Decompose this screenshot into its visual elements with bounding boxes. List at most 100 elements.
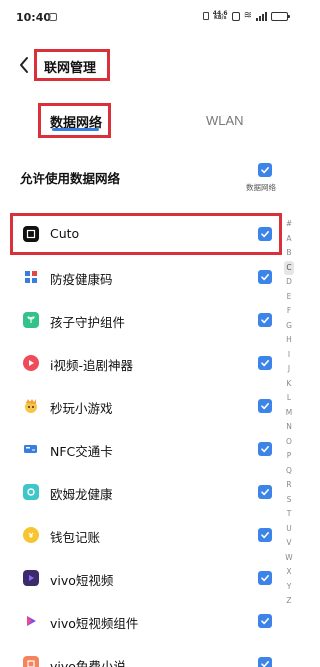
tab-active-indicator	[52, 128, 99, 131]
alphabet-letter[interactable]: L	[284, 391, 294, 406]
alphabet-letter[interactable]: C	[284, 260, 294, 275]
alphabet-letter[interactable]: V	[284, 536, 294, 551]
checkmark-icon	[261, 231, 269, 238]
vivo-short-video-app-icon	[23, 570, 39, 586]
alphabet-letter[interactable]: U	[284, 522, 294, 537]
alphabet-letter[interactable]: T	[284, 507, 294, 522]
alphabet-letter[interactable]: H	[284, 333, 294, 348]
app-checkbox[interactable]	[258, 270, 272, 284]
alphabet-letter[interactable]: F	[284, 304, 294, 319]
app-checkbox[interactable]	[258, 227, 272, 241]
allow-mobile-data-checkbox[interactable]	[258, 163, 272, 177]
page-title: 联网管理	[44, 61, 97, 76]
checkmark-icon	[261, 360, 269, 367]
back-button[interactable]	[17, 56, 31, 74]
alphabet-letter[interactable]: M	[284, 406, 294, 421]
app-name: Cuto	[50, 226, 80, 241]
alphabet-letter[interactable]: N	[284, 420, 294, 435]
status-indicators: 44.6 KB/s ≋	[202, 10, 290, 21]
app-row-vivo-short-video[interactable]: vivo短视频	[0, 557, 282, 599]
app-checkbox[interactable]	[258, 356, 272, 370]
network-speed: 44.6 KB/s	[213, 11, 228, 21]
mini-game-app-icon	[23, 398, 39, 414]
alphabet-letter[interactable]: #	[284, 217, 294, 232]
alphabet-letter[interactable]: K	[284, 377, 294, 392]
app-row-vivo-short-video-component[interactable]: vivo短视频组件	[0, 600, 282, 642]
chevron-left-icon	[20, 57, 28, 73]
sim-icon	[202, 12, 209, 20]
app-row-nfc-card[interactable]: NFC交通卡	[0, 428, 282, 470]
app-name: 欧姆龙健康	[50, 487, 113, 502]
app-checkbox[interactable]	[258, 528, 272, 542]
checkmark-icon	[261, 167, 269, 174]
checkmark-icon	[261, 274, 269, 281]
alphabet-letter[interactable]: A	[284, 232, 294, 247]
alphabet-letter[interactable]: S	[284, 493, 294, 508]
app-checkbox[interactable]	[258, 442, 272, 456]
app-checkbox[interactable]	[258, 313, 272, 327]
cuto-app-icon	[23, 226, 39, 242]
alphabet-letter[interactable]: D	[284, 275, 294, 290]
notification-app-icon	[49, 13, 57, 21]
app-row-vivo-novel[interactable]: vivo免费小说	[0, 643, 282, 667]
app-name: 钱包记账	[50, 530, 101, 545]
vivo-short-video-component-app-icon	[23, 613, 39, 629]
alphabet-letter[interactable]: E	[284, 290, 294, 305]
alphabet-letter[interactable]: G	[284, 319, 294, 334]
wifi-icon: ≋	[243, 10, 252, 21]
app-row-mini-game[interactable]: 秒玩小游戏	[0, 385, 282, 427]
checkmark-icon	[261, 446, 269, 453]
app-row-video[interactable]: i视频-追剧神器	[0, 342, 282, 384]
app-name: 孩子守护组件	[50, 315, 126, 330]
alphabet-letter[interactable]: X	[284, 565, 294, 580]
app-row-wallet[interactable]: 钱包记账	[0, 514, 282, 556]
wallet-app-icon	[23, 527, 39, 543]
app-checkbox[interactable]	[258, 485, 272, 499]
allow-column-caption: 数据网络	[246, 183, 276, 192]
checkmark-icon	[261, 661, 269, 667]
app-checkbox[interactable]	[258, 657, 272, 667]
checkmark-icon	[261, 317, 269, 324]
alphabet-letter[interactable]: W	[284, 551, 294, 566]
nfc-card-app-icon	[23, 441, 39, 457]
alphabet-letter[interactable]: O	[284, 435, 294, 450]
alphabet-letter[interactable]: P	[284, 449, 294, 464]
alphabet-index[interactable]: # A B C D E F G H I J K L M N O P Q R S T U V W X Y Z	[284, 217, 294, 609]
app-name: i视频-追剧神器	[50, 358, 133, 373]
child-guard-app-icon	[23, 312, 39, 328]
alphabet-letter[interactable]: R	[284, 478, 294, 493]
status-bar: 10:40 44.6 KB/s ≋	[0, 0, 300, 36]
app-row-child-guard[interactable]: 孩子守护组件	[0, 299, 282, 341]
nfc-icon	[231, 11, 240, 21]
app-row-omron[interactable]: 欧姆龙健康	[0, 471, 282, 513]
signal-icon	[256, 11, 267, 21]
alphabet-letter[interactable]: Q	[284, 464, 294, 479]
app-checkbox[interactable]	[258, 571, 272, 585]
app-row-health-code[interactable]: 防疫健康码	[0, 256, 282, 298]
checkmark-icon	[261, 575, 269, 582]
app-checkbox[interactable]	[258, 399, 272, 413]
app-name: vivo免费小说	[50, 659, 126, 667]
app-checkbox[interactable]	[258, 614, 272, 628]
tab-wlan[interactable]: WLAN	[206, 113, 244, 128]
alphabet-letter[interactable]: J	[284, 362, 294, 377]
alphabet-letter[interactable]: Y	[284, 580, 294, 595]
alphabet-letter[interactable]: B	[284, 246, 294, 261]
app-name: vivo短视频	[50, 573, 114, 588]
app-name: 防疫健康码	[50, 272, 113, 287]
checkmark-icon	[261, 403, 269, 410]
omron-health-app-icon	[23, 484, 39, 500]
allow-mobile-data-label: 允许使用数据网络	[20, 171, 121, 186]
health-code-app-icon	[23, 269, 39, 285]
alphabet-letter[interactable]: Z	[284, 594, 294, 609]
network-speed-unit: KB/s	[213, 15, 227, 21]
battery-icon	[271, 11, 290, 21]
app-name: vivo短视频组件	[50, 616, 139, 631]
alphabet-letter[interactable]: I	[284, 348, 294, 363]
checkmark-icon	[261, 618, 269, 625]
checkmark-icon	[261, 489, 269, 496]
vivo-novel-app-icon	[23, 656, 39, 667]
app-name: 秒玩小游戏	[50, 401, 113, 416]
app-name: NFC交通卡	[50, 444, 113, 459]
app-row-cuto[interactable]: Cuto	[0, 213, 282, 255]
